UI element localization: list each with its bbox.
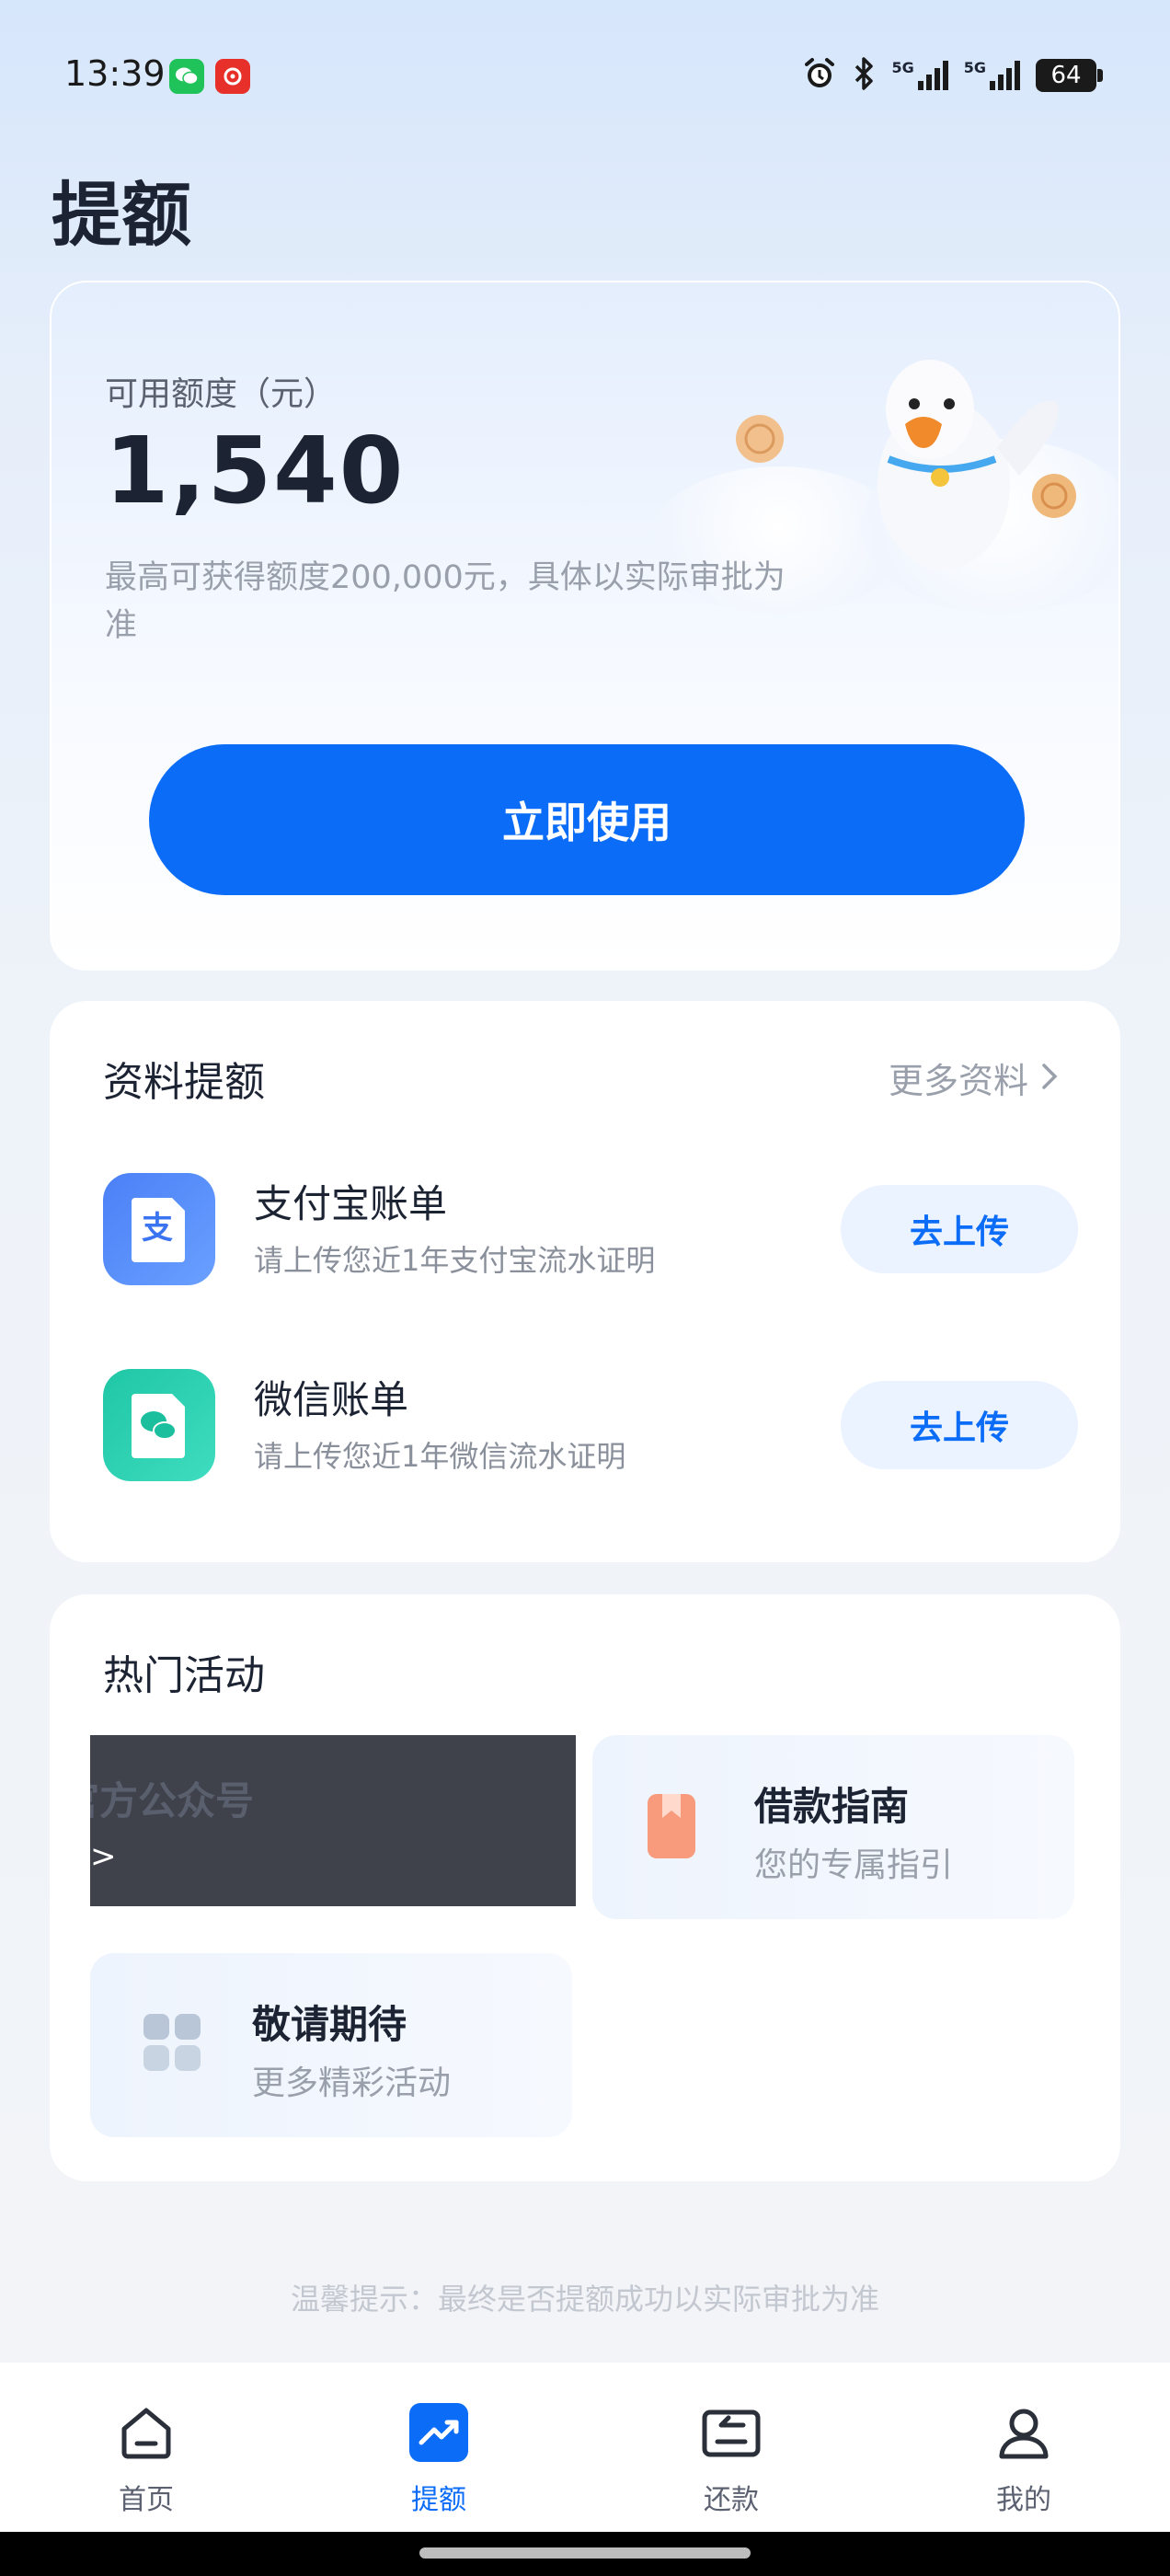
nav-home-label: 首页 — [119, 2484, 174, 2516]
alipay-bill-title: 支付宝账单 — [254, 1181, 448, 1226]
nav-mine-label: 我的 — [996, 2484, 1051, 2516]
material-section-title: 资料提额 — [103, 1059, 265, 1106]
nav-quota[interactable]: 提额 — [292, 2363, 585, 2532]
wechat-bill-subtitle: 请上传您近1年微信流水证明 — [254, 1439, 626, 1474]
list-item-alipay: 支 支付宝账单 请上传您近1年支付宝流水证明 去上传 — [103, 1173, 1078, 1285]
grid-icon — [142, 2012, 202, 2076]
bookmark-icon — [644, 1788, 699, 1866]
repay-icon — [698, 2399, 764, 2466]
bluetooth-icon — [853, 55, 877, 96]
material-uplift-card: 资料提额 更多资料 支 支付宝账单 请上传您近1年支付宝流水证明 去上传 微信账… — [50, 1001, 1120, 1562]
nav-quota-label: 提额 — [411, 2484, 466, 2516]
alipay-upload-button[interactable]: 去上传 — [841, 1185, 1078, 1273]
quota-card: 可用额度（元） 1,540 最高可获得额度200,000元，具体以实际审批为准 … — [50, 281, 1120, 971]
loan-guide-subtitle: 您的专属指引 — [754, 1846, 954, 1884]
max-quota-description: 最高可获得额度200,000元，具体以实际审批为准 — [105, 559, 786, 644]
loan-guide-title: 借款指南 — [754, 1784, 910, 1829]
list-item-wechat: 微信账单 请上传您近1年微信流水证明 去上传 — [103, 1369, 1078, 1481]
home-indicator[interactable] — [419, 2547, 751, 2559]
status-indicators: 5G 5G 64 — [801, 55, 1103, 96]
use-now-button[interactable]: 立即使用 — [149, 744, 1025, 895]
battery-icon: 64 — [1036, 59, 1103, 92]
official-account-title: 官方公众号 — [90, 1778, 255, 1823]
alarm-icon — [801, 55, 838, 96]
signal-icon: 5G — [964, 59, 1021, 92]
nav-repay-label: 还款 — [704, 2484, 759, 2516]
user-icon — [991, 2399, 1057, 2466]
wechat-upload-button[interactable]: 去上传 — [841, 1381, 1078, 1469]
chevron-right-icon — [1041, 1058, 1058, 1098]
loan-guide-tile[interactable]: 借款指南 您的专属指引 — [592, 1735, 1074, 1919]
trend-up-icon — [406, 2399, 472, 2466]
warm-tip: 温馨提示：最终是否提额成功以实际审批为准 — [290, 2282, 879, 2317]
available-quota-label: 可用额度（元） — [105, 375, 338, 413]
alipay-bill-subtitle: 请上传您近1年支付宝流水证明 — [254, 1243, 656, 1278]
official-account-tile[interactable]: 官方公众号 > — [90, 1735, 576, 1906]
official-account-subtitle: > — [90, 1838, 117, 1875]
wechat-icon — [169, 59, 204, 94]
home-icon — [113, 2399, 179, 2466]
available-quota-amount: 1,540 — [105, 417, 406, 524]
nav-repay[interactable]: 还款 — [585, 2363, 878, 2532]
netease-music-icon — [215, 59, 250, 94]
coming-soon-title: 敬请期待 — [252, 2002, 407, 2047]
hot-activities-card: 热门活动 官方公众号 > 借款指南 您的专属指引 敬请期待 更多精彩活动 — [50, 1594, 1120, 2181]
wechat-bill-title: 微信账单 — [254, 1377, 409, 1422]
coming-soon-subtitle: 更多精彩活动 — [252, 2064, 452, 2102]
more-materials-label: 更多资料 — [888, 1061, 1028, 1101]
status-time: 13:39 — [64, 53, 166, 94]
more-materials-link[interactable]: 更多资料 — [889, 1052, 1058, 1103]
bottom-nav: 首页 提额 还款 我的 — [0, 2363, 1170, 2532]
coming-soon-tile[interactable]: 敬请期待 更多精彩活动 — [90, 1953, 572, 2137]
signal-icon: 5G — [891, 59, 948, 92]
nav-mine[interactable]: 我的 — [878, 2363, 1170, 2532]
activities-section-title: 热门活动 — [103, 1652, 265, 1699]
wechat-doc-icon — [103, 1369, 215, 1481]
page-title: 提额 — [52, 174, 191, 256]
nav-home[interactable]: 首页 — [0, 2363, 292, 2532]
svg-text:支: 支 — [142, 1210, 173, 1247]
alipay-doc-icon: 支 — [103, 1173, 215, 1285]
